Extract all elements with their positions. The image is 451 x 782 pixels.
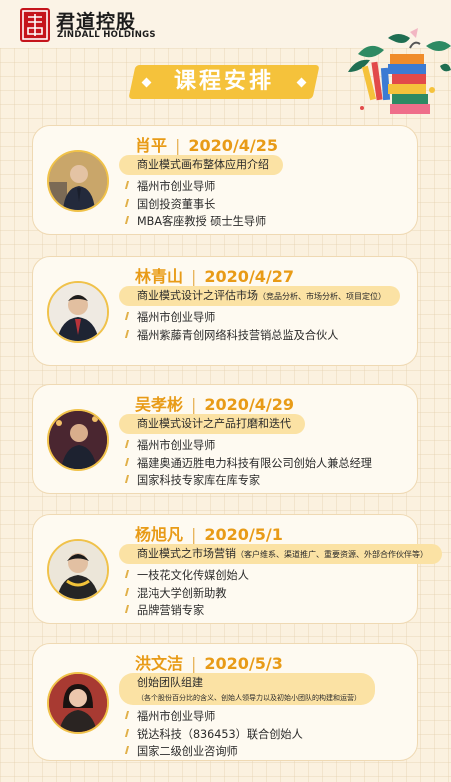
session-topic: 商业模式设计之评估市场（竞品分析、市场分析、项目定位） (119, 286, 400, 306)
speaker-card: 吴孝彬 | 2020/4/29 商业模式设计之产品打磨和迭代 福州市创业导师 福建奥… (32, 384, 418, 494)
topic-title: 商业模式设计之产品打磨和迭代 (137, 417, 291, 430)
credential-line: 锐达科技（836453）联合创始人 (125, 726, 303, 744)
session-topic: 商业模式画布整体应用介绍 (119, 155, 283, 175)
credential-line: 国家二级创业咨询师 (125, 743, 303, 761)
speaker-avatar (47, 672, 109, 734)
credential-line: 国家科技专家库在库专家 (125, 472, 372, 490)
credential-line: MBA客座教授 硕士生导师 (125, 213, 266, 231)
credential-line: 品牌营销专家 (125, 602, 249, 620)
speaker-credentials: 福州市创业导师 锐达科技（836453）联合创始人 国家二级创业咨询师 (125, 708, 303, 761)
topic-note: （各个股份百分比的含义、创始人领导力以及初始小团队的构建和运营） (137, 694, 361, 702)
topic-note: （客户维系、渠道推广、重要资源、外部合作伙伴等） (236, 550, 428, 559)
books-decoration-icon (348, 28, 451, 114)
speaker-card: 肖平 | 2020/4/25 商业模式画布整体应用介绍 福州市创业导师 国创投资董事… (32, 125, 418, 235)
topic-note: （竞品分析、市场分析、项目定位） (258, 292, 386, 301)
speaker-card: 林青山 | 2020/4/27 商业模式设计之评估市场（竞品分析、市场分析、项目定位… (32, 256, 418, 366)
credential-line: 混沌大学创新助教 (125, 585, 249, 603)
credential-line: 一枝花文化传媒创始人 (125, 567, 249, 585)
speaker-credentials: 一枝花文化传媒创始人 混沌大学创新助教 品牌营销专家 (125, 567, 249, 620)
topic-title: 创始团队组建 (137, 676, 203, 689)
speaker-name: 杨旭凡 (135, 525, 184, 544)
speaker-name-date: 洪文洁 | 2020/5/3 (135, 654, 283, 673)
credential-line: 福建奥通迈胜电力科技有限公司创始人兼总经理 (125, 455, 372, 473)
speaker-avatar (47, 150, 109, 212)
speaker-name-date: 杨旭凡 | 2020/5/1 (135, 525, 283, 544)
speaker-name: 洪文洁 (135, 654, 184, 673)
credential-line: 福州市创业导师 (125, 708, 303, 726)
speaker-name: 林青山 (135, 267, 184, 286)
session-date: 2020/5/1 (204, 525, 283, 544)
brand-name-en: ZINDALL HOLDINGS (57, 30, 156, 40)
speaker-credentials: 福州市创业导师 福州紫藤青创网络科技营销总监及合伙人 (125, 309, 338, 344)
session-date: 2020/4/25 (188, 136, 279, 155)
credential-line: 福州市创业导师 (125, 309, 338, 327)
session-date: 2020/5/3 (204, 654, 283, 673)
page-title: 课程安排 (173, 69, 274, 94)
speaker-avatar (47, 281, 109, 343)
credential-line: 福州市创业导师 (125, 437, 372, 455)
speaker-card: 杨旭凡 | 2020/5/1 商业模式之市场营销（客户维系、渠道推广、重要资源、外部… (32, 514, 442, 624)
speaker-avatar (47, 409, 109, 471)
speaker-avatar (47, 539, 109, 601)
speaker-credentials: 福州市创业导师 国创投资董事长 MBA客座教授 硕士生导师 (125, 178, 266, 231)
session-date: 2020/4/27 (204, 267, 295, 286)
topic-title: 商业模式之市场营销 (137, 547, 236, 560)
speaker-name-date: 肖平 | 2020/4/25 (135, 136, 279, 155)
credential-line: 福州紫藤青创网络科技营销总监及合伙人 (125, 327, 338, 345)
speaker-name: 肖平 (135, 136, 168, 155)
speaker-credentials: 福州市创业导师 福建奥通迈胜电力科技有限公司创始人兼总经理 国家科技专家库在库专… (125, 437, 372, 490)
brand-logo-icon (20, 8, 50, 42)
credential-line: 福州市创业导师 (125, 178, 266, 196)
credential-line: 国创投资董事长 (125, 196, 266, 214)
speaker-name-date: 林青山 | 2020/4/27 (135, 267, 295, 286)
topic-title: 商业模式画布整体应用介绍 (137, 158, 269, 171)
session-topic: 创始团队组建 （各个股份百分比的含义、创始人领导力以及初始小团队的构建和运营） (119, 673, 375, 705)
topic-title: 商业模式设计之评估市场 (137, 289, 258, 302)
speaker-name-date: 吴孝彬 | 2020/4/29 (135, 395, 295, 414)
speaker-card: 洪文洁 | 2020/5/3 创始团队组建 （各个股份百分比的含义、创始人领导力以及初… (32, 643, 418, 761)
session-topic: 商业模式之市场营销（客户维系、渠道推广、重要资源、外部合作伙伴等） (119, 544, 442, 564)
session-topic: 商业模式设计之产品打磨和迭代 (119, 414, 305, 434)
session-date: 2020/4/29 (204, 395, 295, 414)
speaker-name: 吴孝彬 (135, 395, 184, 414)
